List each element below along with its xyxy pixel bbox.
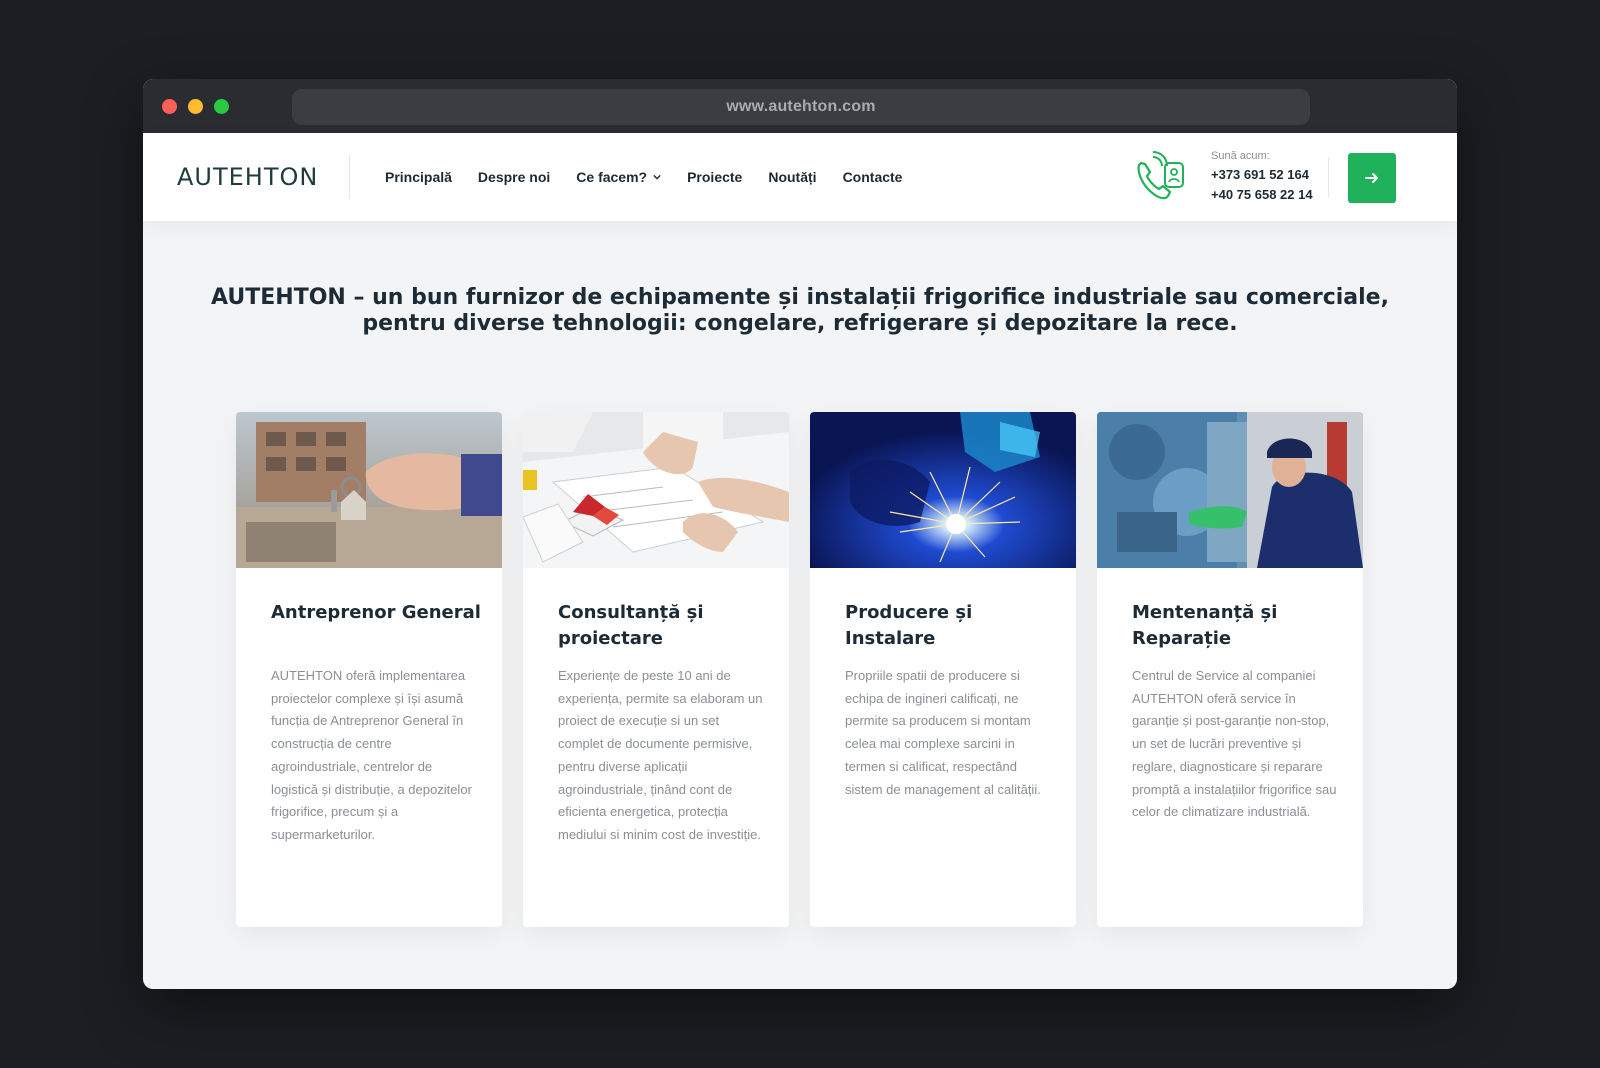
service-card-mentenanta[interactable]: Mentenanță și Reparație Centrul de Servi…: [1097, 412, 1363, 927]
nav-label: Proiecte: [687, 169, 743, 185]
nav-label: Ce facem?: [576, 169, 648, 185]
header-cta-button[interactable]: [1348, 153, 1396, 203]
main-nav: Principală Despre noi Ce facem? Proiecte…: [385, 133, 902, 221]
card-image-welding: [810, 412, 1076, 568]
card-title: Mentenanță și Reparație: [1132, 602, 1278, 649]
card-description: Experiențe de peste 10 ani de experiența…: [558, 668, 763, 842]
card-title: Antreprenor General: [271, 602, 481, 623]
phone-number-md[interactable]: +373 691 52 164: [1211, 167, 1309, 182]
service-card-antreprenor[interactable]: Antreprenor General AUTEHTON oferă imple…: [236, 412, 502, 927]
arrow-right-icon: [1365, 173, 1378, 183]
site-header: AUTEHTON Principală Despre noi Ce facem?…: [143, 133, 1457, 221]
nav-label: Despre noi: [477, 169, 551, 185]
card-description: AUTEHTON oferă implementarea proiectelor…: [271, 668, 472, 842]
phone-number-ro[interactable]: +40 75 658 22 14: [1211, 187, 1313, 202]
nav-item-contacte[interactable]: Contacte: [843, 169, 903, 185]
service-card-producere[interactable]: Producere și Instalare Propriile spatii …: [810, 412, 1076, 927]
card-image-blueprints: [523, 412, 789, 568]
nav-label: Noutăți: [768, 169, 817, 185]
close-window-button[interactable]: [162, 99, 177, 114]
nav-label: Principală: [385, 169, 452, 185]
phone-call-icon: [1137, 151, 1184, 200]
card-image-technician: [1097, 412, 1363, 568]
services-cards: Antreprenor General AUTEHTON oferă imple…: [236, 412, 1363, 927]
call-now-label: Sună acum:: [1211, 150, 1270, 162]
service-card-consultanta[interactable]: Consultanță și proiectare Experiențe de …: [523, 412, 789, 927]
hero-title: AUTEHTON – un bun furnizor de echipament…: [183, 285, 1417, 337]
maximize-window-button[interactable]: [214, 99, 229, 114]
nav-label: Contacte: [842, 169, 903, 185]
logo-divider: [349, 155, 350, 199]
minimize-window-button[interactable]: [188, 99, 203, 114]
nav-item-proiecte[interactable]: Proiecte: [687, 169, 742, 185]
nav-item-noutati[interactable]: Noutăți: [768, 169, 816, 185]
nav-item-principala[interactable]: Principală: [385, 169, 452, 185]
chevron-down-icon: [653, 174, 661, 180]
card-description: Centrul de Service al companiei AUTEHTON…: [1132, 668, 1337, 820]
card-description: Propriile spatii de producere si echipa …: [845, 668, 1041, 797]
hero-title-line-1: AUTEHTON – un bun furnizor de echipament…: [211, 285, 1389, 310]
phone-divider: [1328, 157, 1329, 197]
hero-title-line-2: pentru diverse tehnologii: congelare, re…: [362, 311, 1238, 336]
site-logo[interactable]: AUTEHTON: [177, 163, 318, 191]
nav-item-despre-noi[interactable]: Despre noi: [478, 169, 550, 185]
card-title: Producere și Instalare: [845, 602, 973, 649]
browser-titlebar: www.autehton.com: [143, 79, 1457, 133]
card-title: Consultanță și proiectare: [558, 602, 704, 649]
browser-window: www.autehton.com AUTEHTON Principală Des…: [143, 79, 1457, 989]
address-bar[interactable]: www.autehton.com: [292, 89, 1310, 125]
nav-item-ce-facem[interactable]: Ce facem?: [576, 169, 661, 185]
card-image-construction-keys: [236, 412, 502, 568]
